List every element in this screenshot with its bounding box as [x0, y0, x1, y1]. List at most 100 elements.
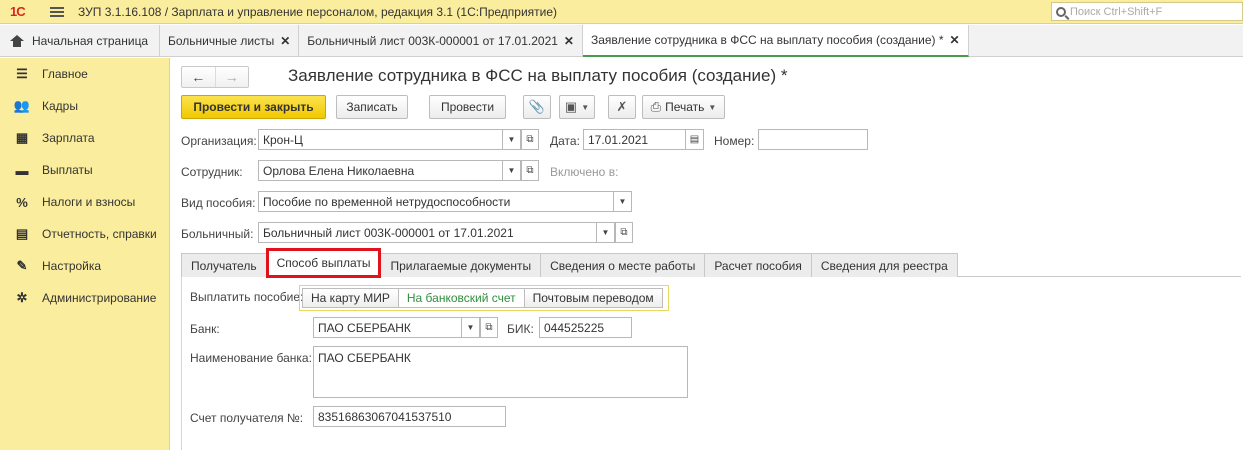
- close-icon[interactable]: ✕: [280, 34, 290, 48]
- organization-field[interactable]: Крон-Ц: [258, 129, 503, 150]
- save-button[interactable]: Записать: [336, 95, 408, 119]
- open-icon: ⧉: [526, 165, 534, 176]
- logo-text: 1С: [10, 4, 26, 19]
- movements-button[interactable]: ✗: [608, 95, 636, 119]
- tab-payment-method[interactable]: Способ выплаты: [265, 248, 382, 278]
- chevron-down-icon: ▼: [507, 135, 516, 144]
- calculator-icon: ▦: [15, 130, 29, 145]
- open-icon: ⧉: [526, 134, 534, 145]
- tab-label: Начальная страница: [32, 34, 149, 48]
- sidebar-item-main[interactable]: ☰ Главное: [0, 58, 169, 90]
- bank-field[interactable]: ПАО СБЕРБАНК: [313, 317, 462, 338]
- bik-field[interactable]: 044525225: [539, 317, 632, 338]
- back-arrow-icon[interactable]: ←: [182, 67, 215, 87]
- printer-icon: ⎙: [650, 99, 662, 114]
- global-search-input[interactable]: Поиск Ctrl+Shift+F: [1051, 2, 1243, 21]
- tab-label: Заявление сотрудника в ФСС на выплату по…: [590, 33, 944, 47]
- organization-label: Организация:: [181, 134, 257, 148]
- chevron-down-icon: ▼: [601, 228, 610, 237]
- close-icon[interactable]: ✕: [564, 34, 574, 48]
- 1c-logo: 1С: [10, 4, 36, 19]
- bank-label: Банк:: [190, 322, 220, 336]
- form-tabs: Получатель Способ выплаты Прилагаемые до…: [181, 248, 1241, 278]
- bank-dropdown-button[interactable]: ▼: [462, 317, 480, 338]
- sidebar-item-payments[interactable]: ▬ Выплаты: [0, 154, 169, 186]
- sidebar: ☰ Главное 👥 Кадры ▦ Зарплата ▬ Выплаты % Нало…: [0, 58, 170, 450]
- sidebar-item-settings[interactable]: ✎ Настройка: [0, 250, 169, 282]
- chevron-down-icon: ▼: [466, 323, 475, 332]
- document-form: ← → Заявление сотрудника в ФСС на выплат…: [171, 58, 1243, 450]
- sidebar-item-salary[interactable]: ▦ Зарплата: [0, 122, 169, 154]
- tab-label: Больничные листы: [168, 34, 275, 48]
- bank-open-button[interactable]: ⧉: [480, 317, 498, 338]
- tab-label: Больничный лист 003К-000001 от 17.01.202…: [307, 34, 558, 48]
- forward-arrow-icon[interactable]: →: [214, 67, 249, 87]
- sidebar-item-label: Выплаты: [42, 163, 93, 177]
- dt-kt-icon: ✗: [616, 99, 628, 114]
- window-tabs-bar: Начальная страница Больничные листы ✕ Бо…: [0, 25, 1243, 57]
- search-icon: [1056, 6, 1066, 17]
- employee-field[interactable]: Орлова Елена Николаевна: [258, 160, 503, 181]
- number-field[interactable]: [758, 129, 868, 150]
- tab-registry-info[interactable]: Сведения для реестра: [810, 253, 958, 277]
- open-icon: ⧉: [620, 227, 628, 238]
- tab-sick-list-doc[interactable]: Больничный лист 003К-000001 от 17.01.202…: [299, 25, 583, 57]
- sidebar-item-label: Администрирование: [42, 291, 157, 305]
- sidebar-item-label: Настройка: [42, 259, 102, 273]
- tab-home-page[interactable]: Начальная страница: [0, 25, 160, 57]
- tab-recipient[interactable]: Получатель: [181, 253, 267, 277]
- date-field[interactable]: 17.01.2021: [583, 129, 686, 150]
- search-placeholder: Поиск Ctrl+Shift+F: [1070, 5, 1163, 18]
- attach-button[interactable]: 📎: [523, 95, 551, 119]
- wrench-icon: ✎: [16, 258, 28, 273]
- document-icon: ▣: [564, 99, 578, 114]
- paperclip-icon: 📎: [528, 99, 546, 114]
- account-field[interactable]: 83516863067041537510: [313, 406, 506, 427]
- home-icon: [10, 35, 24, 47]
- bik-label: БИК:: [507, 322, 534, 336]
- pay-method-selector: На карту МИР На банковский счет Почтовым…: [299, 285, 669, 311]
- calendar-button[interactable]: ▤: [686, 129, 704, 150]
- option-mir-card[interactable]: На карту МИР: [302, 288, 399, 308]
- post-and-close-button[interactable]: Провести и закрыть: [181, 95, 326, 119]
- option-postal-transfer[interactable]: Почтовым переводом: [523, 288, 663, 308]
- sick-leave-field[interactable]: Больничный лист 003К-000001 от 17.01.202…: [258, 222, 597, 243]
- employee-dropdown-button[interactable]: ▼: [503, 160, 521, 181]
- main-menu-icon[interactable]: [50, 6, 64, 17]
- benefit-type-field[interactable]: Пособие по временной нетрудоспособности: [258, 191, 614, 212]
- benefit-type-dropdown-button[interactable]: ▼: [614, 191, 632, 212]
- chevron-down-icon: ▼: [618, 197, 627, 206]
- sidebar-item-hr[interactable]: 👥 Кадры: [0, 90, 169, 122]
- report-icon: ▤: [15, 226, 29, 241]
- sick-leave-open-button[interactable]: ⧉: [615, 222, 633, 243]
- organization-dropdown-button[interactable]: ▼: [503, 129, 521, 150]
- tab-attached-documents[interactable]: Прилагаемые документы: [380, 253, 542, 277]
- print-button[interactable]: ⎙ Печать ▼: [642, 95, 725, 119]
- close-icon[interactable]: ✕: [950, 33, 960, 47]
- sidebar-item-reports[interactable]: ▤ Отчетность, справки: [0, 218, 169, 250]
- sidebar-item-admin[interactable]: ✲ Администрирование: [0, 282, 169, 314]
- tab-workplace-info[interactable]: Сведения о месте работы: [540, 253, 706, 277]
- wallet-icon: ▬: [15, 162, 29, 178]
- bank-name-field[interactable]: ПАО СБЕРБАНК: [313, 346, 688, 398]
- sidebar-item-taxes[interactable]: % Налоги и взносы: [0, 186, 169, 218]
- create-based-on-button[interactable]: ▣ ▼: [559, 95, 595, 119]
- employee-open-button[interactable]: ⧉: [521, 160, 539, 181]
- percent-icon: %: [16, 194, 28, 210]
- tab-fss-application[interactable]: Заявление сотрудника в ФСС на выплату по…: [582, 25, 969, 57]
- employee-label: Сотрудник:: [181, 165, 243, 179]
- option-bank-account[interactable]: На банковский счет: [397, 288, 525, 308]
- sick-leave-dropdown-button[interactable]: ▼: [597, 222, 615, 243]
- organization-open-button[interactable]: ⧉: [521, 129, 539, 150]
- pay-method-label: Выплатить пособие:: [190, 290, 304, 304]
- app-title: ЗУП 3.1.16.108 / Зарплата и управление п…: [78, 4, 558, 19]
- chevron-down-icon: ▼: [581, 102, 590, 112]
- page-title: Заявление сотрудника в ФСС на выплату по…: [288, 66, 788, 85]
- bank-name-label: Наименование банка:: [190, 351, 312, 365]
- post-button[interactable]: Провести: [429, 95, 506, 119]
- tab-benefit-calculation[interactable]: Расчет пособия: [704, 253, 812, 277]
- tab-sick-lists[interactable]: Больничные листы ✕: [160, 25, 300, 57]
- nav-arrows: ← →: [181, 66, 249, 88]
- open-icon: ⧉: [485, 322, 493, 333]
- chevron-down-icon: ▼: [708, 102, 717, 112]
